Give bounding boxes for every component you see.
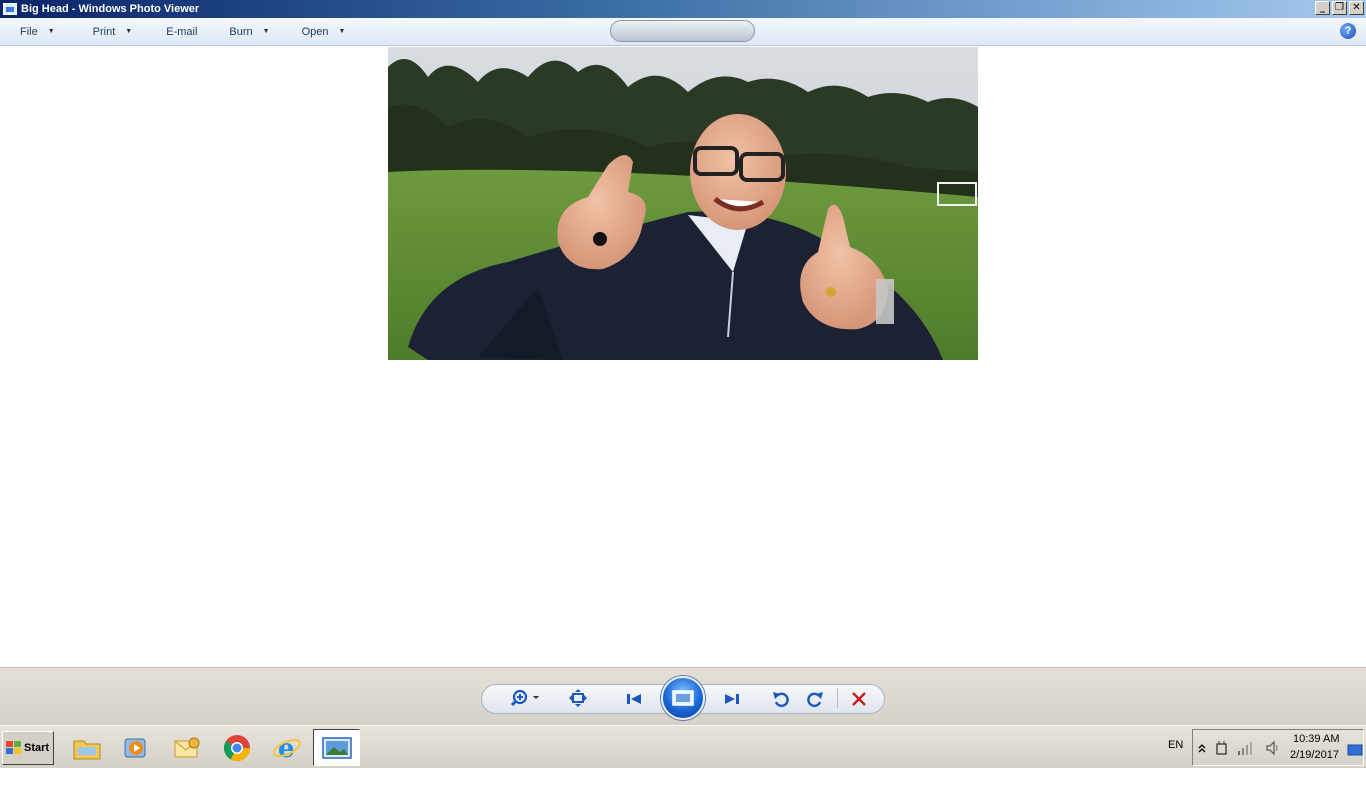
media-player-icon: [124, 738, 145, 757]
control-separator: [837, 688, 838, 708]
rotate-counterclockwise-icon: [773, 692, 789, 708]
menu-burn[interactable]: Burn ▼: [221, 21, 277, 43]
desktop-background: [0, 768, 1366, 800]
rotate-clockwise-button[interactable]: [803, 688, 827, 710]
chevron-down-icon: ▼: [262, 28, 270, 35]
network-signal-icon[interactable]: [1237, 740, 1255, 756]
start-button[interactable]: Start: [2, 731, 54, 765]
show-hidden-icons-icon[interactable]: [1198, 743, 1206, 753]
help-icon[interactable]: ?: [1340, 23, 1356, 39]
displayed-photo: [388, 47, 978, 360]
zoom-button[interactable]: [508, 688, 542, 708]
next-button[interactable]: [720, 689, 744, 709]
title-bar: Big Head - Windows Photo Viewer _ ❐ ✕: [0, 0, 1366, 18]
image-viewport: [0, 47, 1366, 667]
internet-explorer-icon: e: [272, 734, 301, 763]
power-plug-icon[interactable]: [1213, 740, 1229, 756]
menu-print-label: Print: [92, 25, 116, 38]
chevron-down-icon: ▼: [338, 28, 346, 35]
rotate-counterclockwise-button[interactable]: [769, 688, 793, 710]
previous-icon: [627, 694, 641, 704]
taskbar-photo-viewer[interactable]: [313, 729, 360, 766]
taskbar-chrome[interactable]: [213, 729, 260, 766]
start-label: Start: [24, 742, 50, 754]
navigation-group: [610, 20, 755, 42]
outlook-icon: [174, 737, 199, 757]
taskbar-file-explorer[interactable]: [63, 729, 110, 766]
show-desktop-icon[interactable]: [1347, 743, 1363, 757]
delete-icon: [852, 692, 866, 706]
delete-button[interactable]: [848, 688, 870, 710]
actual-size-button[interactable]: [565, 688, 591, 708]
menu-print[interactable]: Print ▼: [85, 21, 141, 43]
clock-date[interactable]: 2/19/2017: [1290, 749, 1339, 761]
svg-text:e: e: [278, 734, 295, 763]
slideshow-icon: [672, 690, 694, 706]
file-explorer-icon: [73, 740, 100, 759]
menu-email-label: E-mail: [166, 25, 198, 38]
taskbar-media-player[interactable]: [113, 729, 160, 766]
language-indicator[interactable]: EN: [1168, 739, 1183, 751]
menu-burn-label: Burn: [229, 25, 253, 38]
clock-time[interactable]: 10:39 AM: [1293, 733, 1339, 745]
chevron-down-icon: ▼: [125, 28, 133, 35]
window-title: Big Head - Windows Photo Viewer: [21, 3, 200, 15]
previous-button[interactable]: [622, 689, 646, 709]
close-button[interactable]: ✕: [1349, 1, 1364, 15]
taskbar-outlook[interactable]: [163, 729, 210, 766]
menu-file[interactable]: File ▼: [12, 21, 63, 43]
menu-open-label: Open: [301, 25, 329, 38]
rotate-clockwise-icon: [807, 692, 823, 708]
photo-viewer-icon: [321, 736, 352, 759]
chevron-down-icon: ▼: [47, 28, 55, 35]
menu-open[interactable]: Open ▼: [294, 21, 354, 43]
menu-file-label: File: [20, 25, 38, 38]
actual-size-icon: [569, 689, 587, 707]
zoom-icon: [510, 689, 539, 707]
chrome-icon: [223, 734, 250, 761]
photo-viewer-app-icon[interactable]: [3, 3, 17, 15]
menu-email[interactable]: E-mail: [158, 21, 205, 43]
slideshow-button[interactable]: [661, 676, 705, 720]
restore-button[interactable]: ❐: [1332, 1, 1347, 15]
next-icon: [725, 694, 739, 704]
minimize-button[interactable]: _: [1315, 1, 1330, 15]
taskbar: Start e EN 10:39 AM 2/19/2017: [0, 725, 1366, 768]
volume-icon[interactable]: [1265, 740, 1281, 756]
taskbar-internet-explorer[interactable]: e: [263, 729, 310, 766]
windows-logo-icon: [6, 741, 21, 754]
